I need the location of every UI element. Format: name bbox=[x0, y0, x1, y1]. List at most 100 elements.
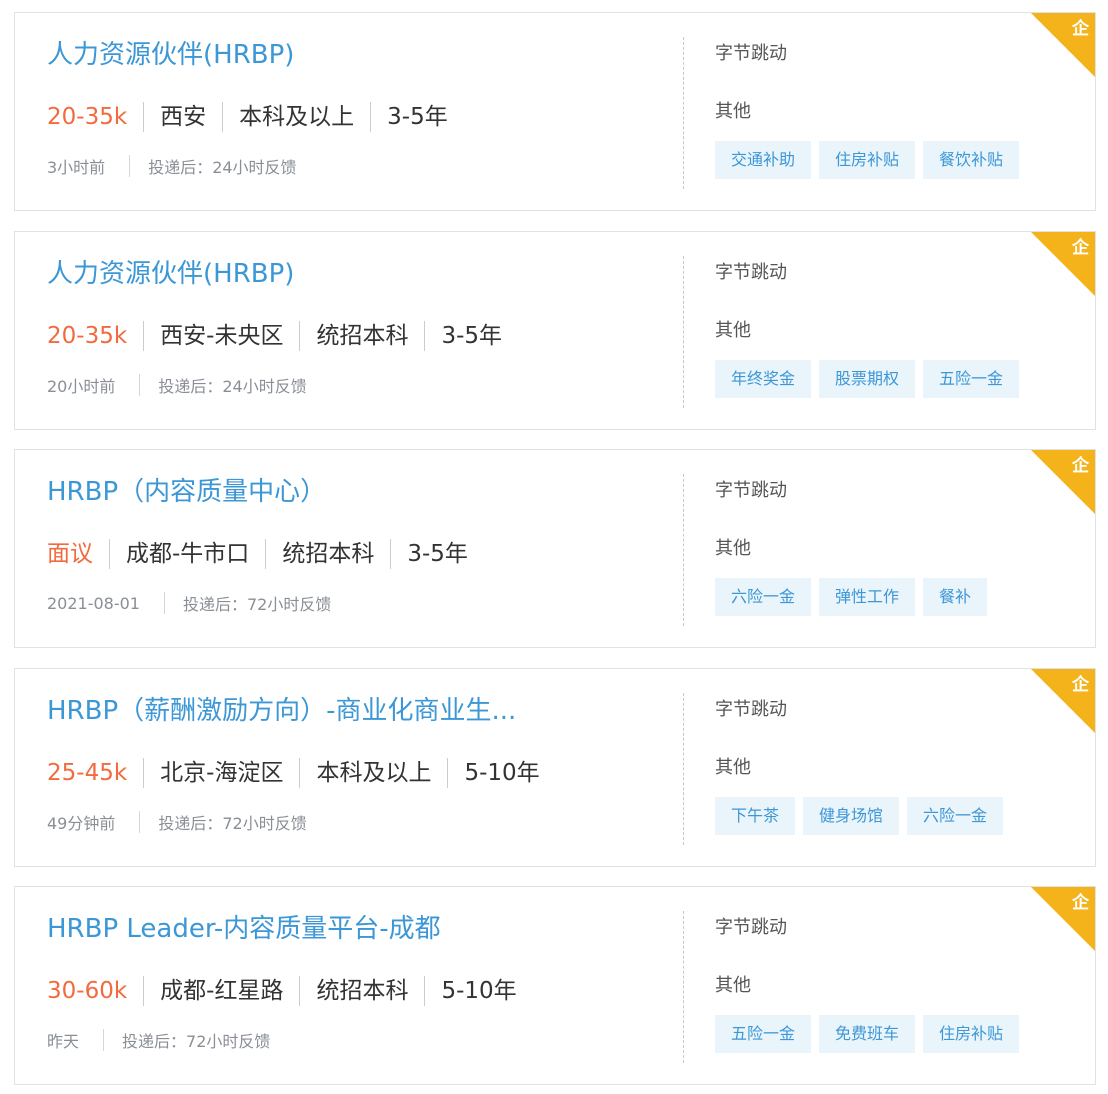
benefit-tag: 六险一金 bbox=[907, 796, 1004, 835]
job-card[interactable]: HRBP（薪酬激励方向）-商业化商业生... 25-45k 北京-海淀区 本科及… bbox=[14, 667, 1096, 867]
job-list: 人力资源伙伴(HRBP) 20-35k 西安 本科及以上 3-5年 3小时前 投… bbox=[0, 0, 1108, 1094]
job-requirements: 20-35k 西安 本科及以上 3-5年 bbox=[47, 99, 448, 135]
separator bbox=[265, 539, 267, 569]
separator bbox=[299, 976, 301, 1006]
company-name[interactable]: 字节跳动 bbox=[715, 478, 787, 504]
dashed-divider bbox=[683, 692, 684, 845]
education: 统招本科 bbox=[316, 322, 409, 349]
badge-label: 企 bbox=[1072, 19, 1089, 39]
post-info: 3小时前 投递后：24小时反馈 bbox=[47, 153, 297, 179]
job-title[interactable]: HRBP（薪酬激励方向）-商业化商业生... bbox=[47, 693, 607, 729]
location: 北京-海淀区 bbox=[160, 759, 284, 786]
location: 西安-未央区 bbox=[160, 322, 284, 349]
dashed-divider bbox=[683, 911, 684, 1063]
benefit-tags: 下午茶 健身场馆 六险一金 bbox=[715, 796, 1011, 835]
separator bbox=[370, 102, 372, 132]
company-industry: 其他 bbox=[715, 975, 751, 996]
benefit-tags: 五险一金 免费班车 住房补贴 bbox=[715, 1015, 1027, 1053]
enterprise-badge: 企 bbox=[1031, 887, 1095, 951]
benefit-tag: 弹性工作 bbox=[819, 578, 916, 616]
enterprise-badge: 企 bbox=[1031, 13, 1095, 77]
enterprise-badge: 企 bbox=[1031, 231, 1095, 296]
salary: 20-35k bbox=[47, 104, 128, 130]
separator bbox=[109, 539, 110, 569]
company-name[interactable]: 字节跳动 bbox=[715, 41, 787, 67]
job-title[interactable]: HRBP Leader-内容质量平台-成都 bbox=[47, 911, 607, 947]
location: 西安 bbox=[160, 104, 207, 130]
separator bbox=[299, 757, 301, 788]
post-info: 2021-08-01 投递后：72小时反馈 bbox=[47, 590, 331, 616]
post-info: 49分钟前 投递后：72小时反馈 bbox=[47, 809, 307, 835]
badge-label: 企 bbox=[1072, 893, 1089, 913]
experience: 5-10年 bbox=[464, 759, 540, 786]
job-title[interactable]: 人力资源伙伴(HRBP) bbox=[47, 256, 607, 292]
company-name[interactable]: 字节跳动 bbox=[715, 260, 787, 286]
feedback-time: 投递后：72小时反馈 bbox=[182, 595, 332, 614]
benefit-tag: 年终奖金 bbox=[715, 359, 812, 398]
benefit-tag: 五险一金 bbox=[715, 1015, 812, 1053]
benefit-tag: 交通补助 bbox=[715, 141, 812, 179]
job-card[interactable]: 人力资源伙伴(HRBP) 20-35k 西安-未央区 统招本科 3-5年 20小… bbox=[14, 230, 1096, 430]
separator bbox=[299, 320, 301, 351]
feedback-time: 投递后：24小时反馈 bbox=[158, 376, 307, 396]
feedback-time: 投递后：24小时反馈 bbox=[148, 158, 297, 177]
separator bbox=[447, 757, 449, 788]
education: 本科及以上 bbox=[316, 759, 432, 786]
job-requirements: 20-35k 西安-未央区 统招本科 3-5年 bbox=[47, 318, 502, 354]
benefit-tag: 免费班车 bbox=[819, 1015, 916, 1053]
enterprise-badge: 企 bbox=[1031, 450, 1095, 514]
post-time: 49分钟前 bbox=[47, 813, 116, 833]
education: 统招本科 bbox=[316, 978, 409, 1004]
separator bbox=[424, 976, 426, 1006]
job-requirements: 面议 成都-牛市口 统招本科 3-5年 bbox=[47, 536, 468, 572]
separator bbox=[143, 757, 145, 788]
post-time: 昨天 bbox=[47, 1032, 80, 1051]
benefit-tag: 五险一金 bbox=[923, 359, 1020, 398]
benefit-tag: 住房补贴 bbox=[923, 1015, 1020, 1053]
badge-label: 企 bbox=[1072, 237, 1089, 258]
separator bbox=[143, 320, 145, 351]
dashed-divider bbox=[683, 255, 684, 408]
enterprise-badge: 企 bbox=[1031, 668, 1095, 733]
separator bbox=[143, 976, 145, 1006]
benefit-tag: 餐补 bbox=[923, 578, 988, 616]
benefit-tags: 交通补助 住房补贴 餐饮补贴 bbox=[715, 141, 1027, 179]
benefit-tag: 餐饮补贴 bbox=[923, 141, 1020, 179]
job-card[interactable]: HRBP（内容质量中心） 面议 成都-牛市口 统招本科 3-5年 2021-08… bbox=[14, 449, 1096, 648]
separator bbox=[143, 102, 145, 132]
salary: 面议 bbox=[47, 541, 93, 567]
separator bbox=[103, 1029, 105, 1051]
job-card[interactable]: 人力资源伙伴(HRBP) 20-35k 西安 本科及以上 3-5年 3小时前 投… bbox=[14, 12, 1096, 211]
benefit-tag: 下午茶 bbox=[715, 796, 796, 835]
separator bbox=[139, 373, 141, 396]
company-name[interactable]: 字节跳动 bbox=[715, 697, 787, 723]
experience: 5-10年 bbox=[441, 978, 517, 1004]
job-requirements: 30-60k 成都-红星路 统招本科 5-10年 bbox=[47, 973, 517, 1009]
job-card[interactable]: HRBP Leader-内容质量平台-成都 30-60k 成都-红星路 统招本科… bbox=[14, 886, 1096, 1085]
benefit-tag: 六险一金 bbox=[715, 578, 812, 616]
dashed-divider bbox=[683, 474, 684, 626]
location: 成都-红星路 bbox=[160, 978, 284, 1004]
company-industry: 其他 bbox=[715, 319, 751, 341]
experience: 3-5年 bbox=[441, 322, 503, 349]
education: 本科及以上 bbox=[239, 104, 355, 130]
separator bbox=[163, 592, 165, 614]
salary: 20-35k bbox=[47, 322, 128, 349]
badge-label: 企 bbox=[1072, 456, 1089, 476]
salary: 25-45k bbox=[47, 759, 128, 786]
job-requirements: 25-45k 北京-海淀区 本科及以上 5-10年 bbox=[47, 755, 540, 791]
badge-label: 企 bbox=[1072, 674, 1089, 695]
job-title[interactable]: 人力资源伙伴(HRBP) bbox=[47, 37, 607, 73]
job-title[interactable]: HRBP（内容质量中心） bbox=[47, 474, 607, 510]
dashed-divider bbox=[683, 37, 684, 189]
company-name[interactable]: 字节跳动 bbox=[715, 915, 787, 941]
post-info: 20小时前 投递后：24小时反馈 bbox=[47, 372, 307, 398]
feedback-time: 投递后：72小时反馈 bbox=[158, 813, 307, 833]
experience: 3-5年 bbox=[407, 541, 468, 567]
location: 成都-牛市口 bbox=[126, 541, 250, 567]
post-time: 2021-08-01 bbox=[47, 593, 140, 613]
separator bbox=[139, 810, 141, 833]
benefit-tags: 六险一金 弹性工作 餐补 bbox=[715, 578, 995, 616]
education: 统招本科 bbox=[282, 541, 375, 567]
salary: 30-60k bbox=[47, 978, 128, 1004]
